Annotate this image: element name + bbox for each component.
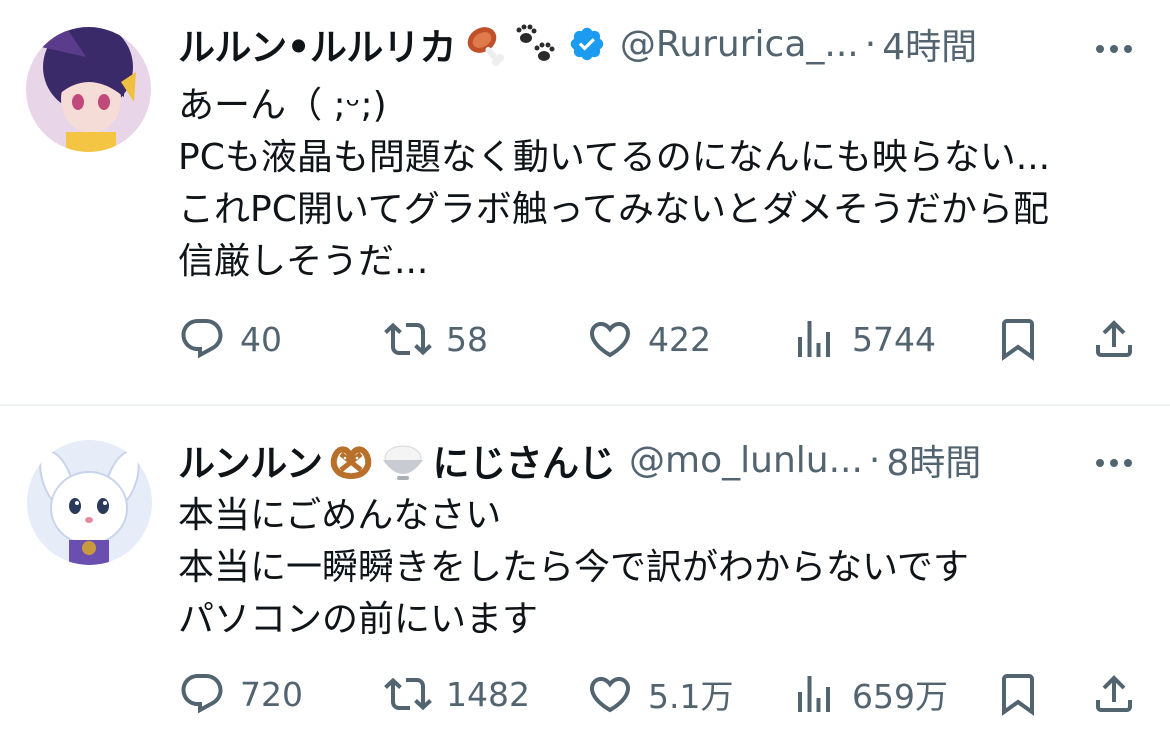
bookmark-button[interactable] bbox=[994, 309, 1042, 369]
views-count: 659万 bbox=[852, 677, 948, 716]
reply-count: 720 bbox=[240, 674, 303, 714]
action-bar: 720 1482 5.1万 659万 bbox=[0, 664, 1170, 724]
tweet-text: 本当にごめんなさい 本当に一瞬瞬きをしたら今で訳がわからないです パソコンの前に… bbox=[178, 495, 969, 640]
like-count: 422 bbox=[648, 319, 711, 359]
rice-bowl-emoji bbox=[379, 436, 427, 484]
like-count: 5.1万 bbox=[648, 677, 734, 716]
retweet-count: 58 bbox=[446, 319, 488, 359]
display-name-prefix[interactable]: ルンルン bbox=[178, 433, 323, 487]
like-button[interactable]: 5.1万 bbox=[586, 664, 733, 724]
handle[interactable]: @mo_lunlu... bbox=[629, 440, 863, 481]
retweet-arrows-icon bbox=[384, 677, 432, 711]
pretzel-emoji bbox=[327, 436, 375, 484]
bar-chart-icon bbox=[798, 676, 830, 712]
tweet-text: あーん（ ;ᵕ;) PCも液晶も問題なく動いてるのになんにも映らない... これ… bbox=[178, 85, 1051, 282]
handle[interactable]: @Rururica_... bbox=[620, 24, 859, 65]
tweet-header: ルンルン にじさんじ @mo_lunlu... · 8時間 bbox=[178, 433, 981, 487]
heart-icon bbox=[589, 677, 631, 713]
avatar[interactable] bbox=[26, 27, 151, 152]
retweet-button[interactable]: 58 bbox=[384, 309, 488, 369]
paw-prints-emoji bbox=[512, 20, 560, 68]
display-name-suffix[interactable]: にじさんじ bbox=[433, 433, 616, 487]
views-button[interactable]: 5744 bbox=[790, 309, 936, 369]
heart-icon bbox=[589, 322, 631, 358]
reply-count: 40 bbox=[240, 319, 282, 359]
timestamp[interactable]: 4時間 bbox=[882, 18, 977, 70]
bar-chart-icon bbox=[798, 321, 830, 357]
retweet-arrows-icon bbox=[384, 322, 432, 356]
separator: · bbox=[868, 439, 881, 481]
retweet-count: 1482 bbox=[446, 674, 530, 714]
reply-button[interactable]: 40 bbox=[178, 309, 282, 369]
reply-button[interactable]: 720 bbox=[178, 664, 303, 724]
action-bar: 40 58 422 5744 bbox=[0, 309, 1170, 369]
bookmark-icon bbox=[1002, 674, 1034, 716]
more-dots-icon[interactable] bbox=[1094, 40, 1134, 53]
verified-badge-icon bbox=[568, 25, 606, 63]
avatar[interactable] bbox=[27, 440, 152, 565]
tweet-header: ルルン•ルルリカ @Rururica_... · 4時間 bbox=[178, 17, 977, 71]
views-button[interactable]: 659万 bbox=[790, 664, 948, 724]
like-button[interactable]: 422 bbox=[586, 309, 711, 369]
speech-bubble-icon bbox=[181, 674, 223, 714]
meat-on-bone-emoji bbox=[460, 20, 508, 68]
more-dots-icon[interactable] bbox=[1094, 454, 1134, 467]
share-button[interactable] bbox=[1090, 309, 1138, 369]
bookmark-button[interactable] bbox=[994, 664, 1042, 724]
timestamp[interactable]: 8時間 bbox=[886, 434, 981, 486]
share-upload-icon bbox=[1096, 320, 1132, 357]
bookmark-icon bbox=[1002, 319, 1034, 361]
tweet[interactable]: ルンルン にじさんじ @mo_lunlu... · 8時間 本当にごめんなさい … bbox=[0, 406, 1170, 754]
tweet[interactable]: ルルン•ルルリカ @Rururica_... · 4時間 あーん（ ;ᵕ;) P… bbox=[0, 0, 1170, 404]
retweet-button[interactable]: 1482 bbox=[384, 664, 530, 724]
views-count: 5744 bbox=[852, 319, 936, 359]
separator: · bbox=[864, 23, 877, 65]
share-button[interactable] bbox=[1090, 664, 1138, 724]
share-upload-icon bbox=[1096, 675, 1132, 712]
speech-bubble-icon bbox=[181, 319, 223, 359]
display-name[interactable]: ルルン•ルルリカ bbox=[178, 17, 456, 71]
